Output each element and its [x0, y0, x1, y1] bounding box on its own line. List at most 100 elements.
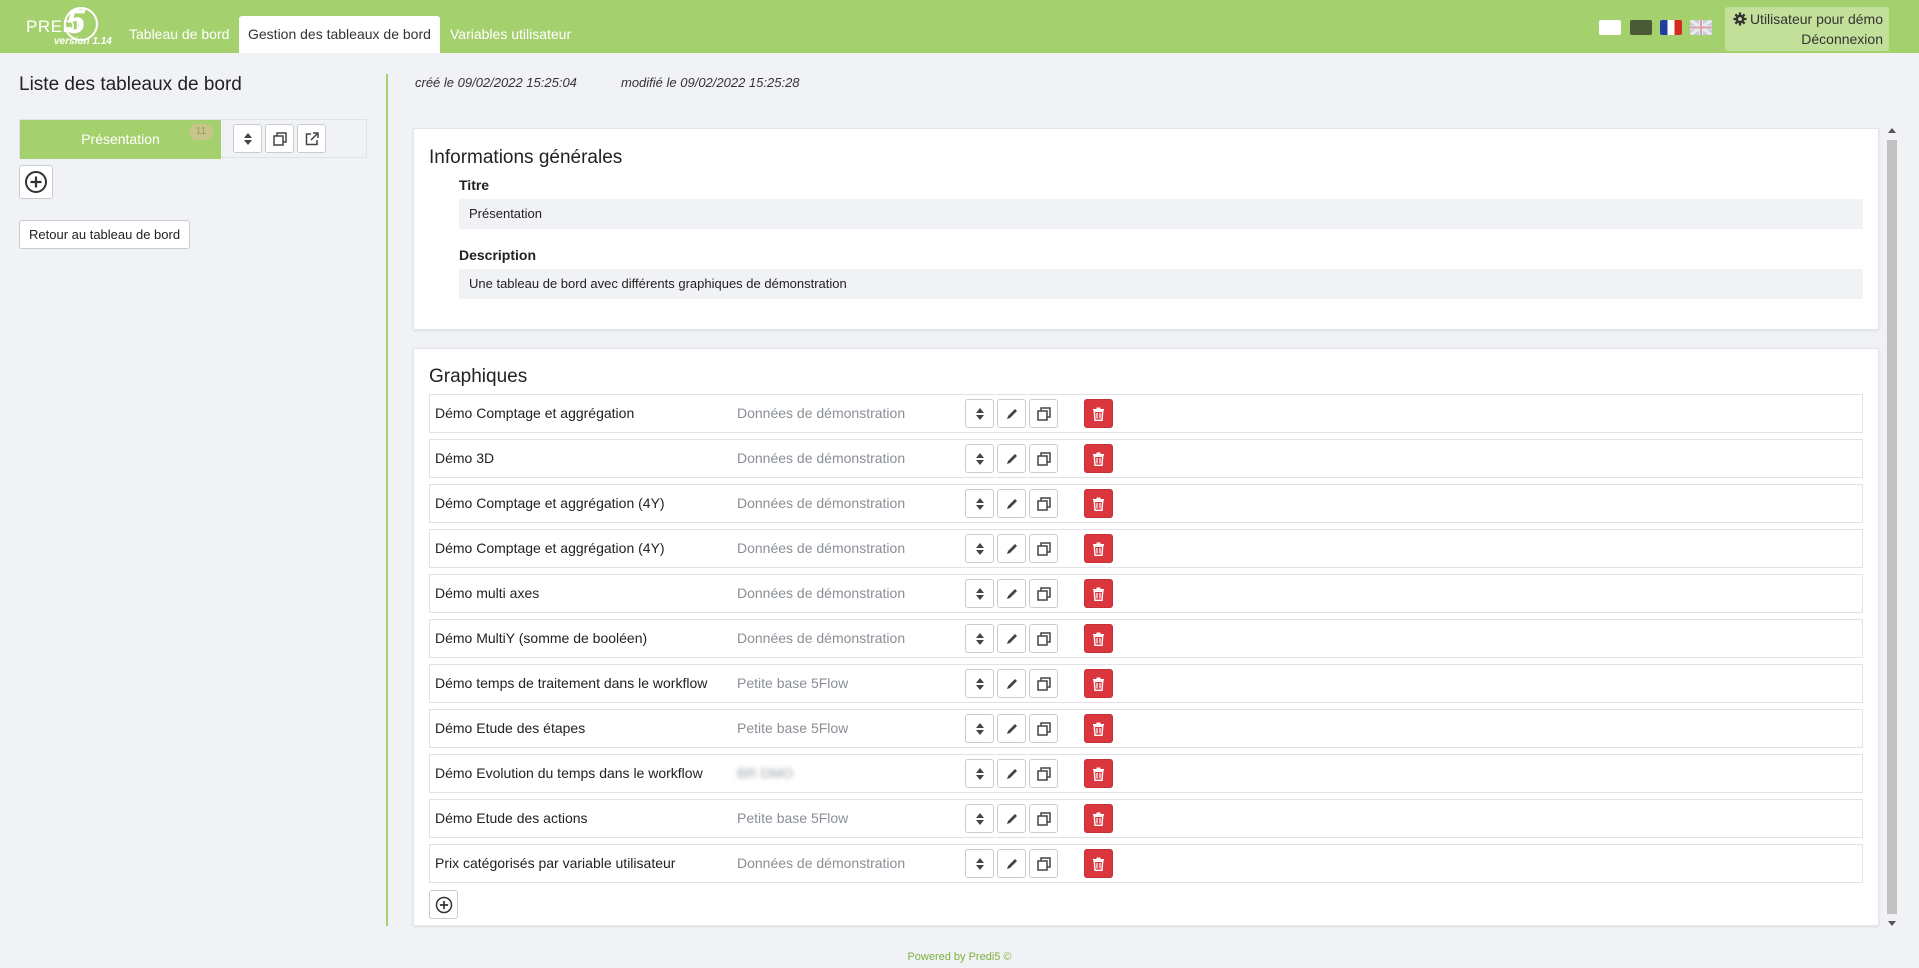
chart-edit-button[interactable] [997, 804, 1026, 833]
chart-edit-button[interactable] [997, 714, 1026, 743]
chart-source: BR DMO [737, 765, 793, 781]
chart-delete-button[interactable] [1084, 849, 1113, 878]
page-scrollbar[interactable] [1885, 128, 1899, 926]
dashboard-item-presentation[interactable]: Présentation 11 [20, 120, 221, 159]
chart-move-button[interactable] [965, 759, 994, 788]
chart-delete-button[interactable] [1084, 534, 1113, 563]
pencil-icon [1006, 678, 1017, 689]
add-chart-button[interactable] [429, 890, 458, 919]
chart-edit-button[interactable] [997, 849, 1026, 878]
chart-delete-button[interactable] [1084, 624, 1113, 653]
chart-edit-button[interactable] [997, 759, 1026, 788]
chart-row: Démo Evolution du temps dans le workflow… [429, 754, 1863, 793]
chart-delete-button[interactable] [1084, 759, 1113, 788]
chart-duplicate-button[interactable] [1029, 534, 1058, 563]
chart-duplicate-button[interactable] [1029, 669, 1058, 698]
pencil-icon [1006, 453, 1017, 464]
add-dashboard-button[interactable] [19, 165, 53, 199]
general-info-heading: Informations générales [429, 147, 623, 168]
chart-edit-button[interactable] [997, 624, 1026, 653]
back-to-dashboard-button[interactable]: Retour au tableau de bord [19, 220, 191, 249]
duplicate-icon [1036, 586, 1051, 601]
trash-icon [1093, 587, 1104, 601]
chart-edit-button[interactable] [997, 534, 1026, 563]
dashboard-duplicate-button[interactable] [265, 124, 294, 153]
chart-move-button[interactable] [965, 444, 994, 473]
flag-fr-icon[interactable] [1660, 20, 1682, 35]
trash-icon [1093, 407, 1104, 421]
chart-row: Démo Comptage et aggrégation (4Y) Données… [429, 484, 1863, 523]
chart-move-button[interactable] [965, 579, 994, 608]
trash-icon [1093, 632, 1104, 646]
dashboard-label: Présentation [81, 131, 160, 147]
logout-link[interactable]: Déconnexion [1801, 31, 1883, 47]
chart-duplicate-button[interactable] [1029, 804, 1058, 833]
chart-duplicate-button[interactable] [1029, 579, 1058, 608]
theme-light-swatch[interactable] [1599, 20, 1621, 35]
chart-source: Données de démonstration [737, 585, 906, 601]
flag-uk-icon[interactable] [1690, 20, 1712, 35]
chart-duplicate-button[interactable] [1029, 624, 1058, 653]
dashboard-move-button[interactable] [233, 124, 262, 153]
chart-duplicate-button[interactable] [1029, 759, 1058, 788]
duplicate-icon [1036, 856, 1051, 871]
dashboard-open-button[interactable] [297, 124, 326, 153]
chart-delete-button[interactable] [1084, 714, 1113, 743]
chart-duplicate-button[interactable] [1029, 399, 1058, 428]
chart-name: Démo MultiY (somme de booléen) [435, 630, 648, 646]
chart-delete-button[interactable] [1084, 489, 1113, 518]
chart-delete-button[interactable] [1084, 399, 1113, 428]
description-field[interactable]: Une tableau de bord avec différents grap… [459, 269, 1863, 299]
sort-arrows-icon [243, 132, 252, 145]
trash-icon [1093, 812, 1104, 826]
scrollbar-thumb[interactable] [1887, 140, 1897, 914]
top-navbar: PREDI 5 version 1.14 Tableau de bord Ges… [0, 0, 1919, 53]
tab-gestion-tableaux[interactable]: Gestion des tableaux de bord [239, 16, 440, 53]
vertical-divider [386, 74, 388, 926]
chart-move-button[interactable] [965, 804, 994, 833]
pencil-icon [1006, 768, 1017, 779]
chart-duplicate-button[interactable] [1029, 444, 1058, 473]
plus-circle-icon [25, 171, 47, 193]
chart-edit-button[interactable] [997, 489, 1026, 518]
chart-move-button[interactable] [965, 624, 994, 653]
user-menu[interactable]: Utilisateur pour démo Déconnexion [1725, 7, 1889, 51]
tab-variables-utilisateur[interactable]: Variables utilisateur [441, 16, 580, 53]
version-label: version 1.14 [54, 36, 112, 47]
chart-delete-button[interactable] [1084, 804, 1113, 833]
chart-source: Petite base 5Flow [737, 720, 849, 736]
chart-delete-button[interactable] [1084, 669, 1113, 698]
pencil-icon [1006, 858, 1017, 869]
chart-delete-button[interactable] [1084, 444, 1113, 473]
chart-duplicate-button[interactable] [1029, 489, 1058, 518]
chart-row: Démo 3D Données de démonstration [429, 439, 1863, 478]
scroll-down-arrow-icon[interactable] [1888, 921, 1896, 926]
chart-move-button[interactable] [965, 489, 994, 518]
chart-duplicate-button[interactable] [1029, 714, 1058, 743]
chart-delete-button[interactable] [1084, 579, 1113, 608]
chart-edit-button[interactable] [997, 669, 1026, 698]
title-field[interactable]: Présentation [459, 199, 1863, 229]
chart-edit-button[interactable] [997, 444, 1026, 473]
sort-arrows-icon [975, 497, 984, 510]
scroll-up-arrow-icon[interactable] [1888, 128, 1896, 133]
predi5-logo[interactable]: PREDI 5 version 1.14 [24, 3, 114, 49]
duplicate-icon [1036, 811, 1051, 826]
chart-row: Démo Etude des actions Petite base 5Flow [429, 799, 1863, 838]
chart-move-button[interactable] [965, 669, 994, 698]
theme-dark-swatch[interactable] [1630, 20, 1652, 35]
chart-move-button[interactable] [965, 849, 994, 878]
chart-edit-button[interactable] [997, 579, 1026, 608]
chart-move-button[interactable] [965, 399, 994, 428]
chart-duplicate-button[interactable] [1029, 849, 1058, 878]
user-name-row[interactable]: Utilisateur pour démo [1733, 11, 1883, 27]
chart-move-button[interactable] [965, 534, 994, 563]
chart-source: Données de démonstration [737, 630, 906, 646]
tab-tableau-de-bord[interactable]: Tableau de bord [120, 16, 238, 53]
duplicate-icon [1036, 406, 1051, 421]
chart-name: Démo 3D [435, 450, 495, 466]
pencil-icon [1006, 543, 1017, 554]
sort-arrows-icon [975, 857, 984, 870]
chart-move-button[interactable] [965, 714, 994, 743]
chart-edit-button[interactable] [997, 399, 1026, 428]
